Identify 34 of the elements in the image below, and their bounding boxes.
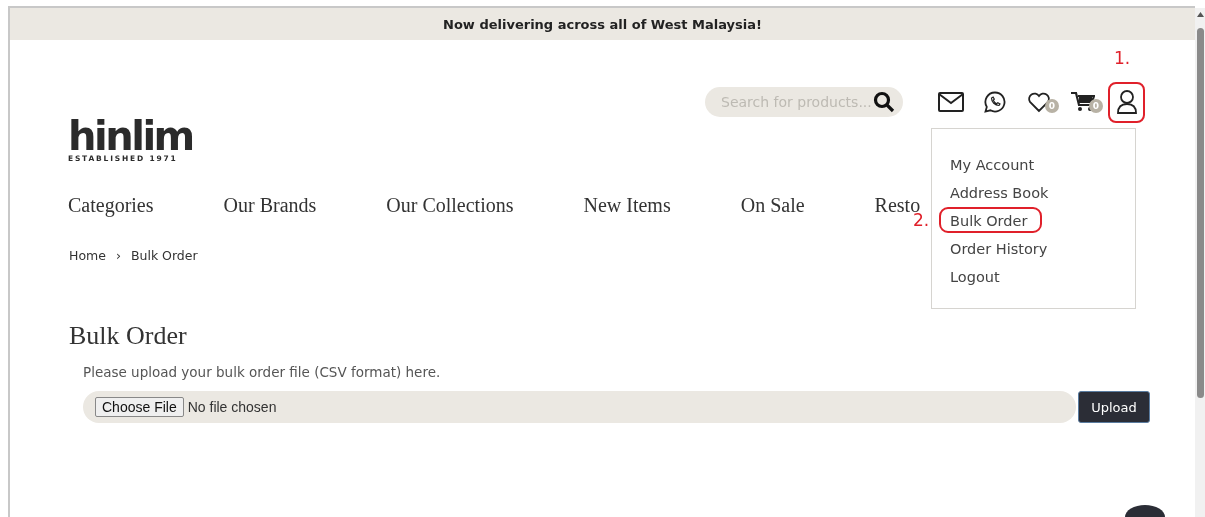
cart-icon[interactable] bbox=[1070, 91, 1095, 113]
user-icon[interactable] bbox=[1115, 89, 1138, 115]
nav-link[interactable]: New Items bbox=[583, 193, 671, 217]
annotation-number: 1. bbox=[1114, 47, 1131, 68]
nav-link[interactable]: Categories bbox=[68, 193, 154, 217]
menu-item[interactable]: Bulk Order bbox=[950, 210, 1028, 231]
chat-button[interactable] bbox=[1125, 505, 1165, 517]
chat-icon[interactable] bbox=[983, 91, 1006, 113]
count-badge: 0 bbox=[1045, 98, 1059, 113]
breadcrumb-link[interactable]: Home bbox=[69, 249, 106, 263]
nav-link[interactable]: On Sale bbox=[740, 193, 805, 217]
breadcrumb-separator: › bbox=[115, 249, 121, 263]
logo-wordmark[interactable]: hinlim bbox=[68, 118, 193, 154]
menu-item[interactable]: Address Book bbox=[950, 182, 1049, 203]
count-badge: 0 bbox=[1089, 98, 1103, 113]
scroll-up-icon[interactable] bbox=[1197, 12, 1204, 17]
nav-link[interactable]: Our Brands bbox=[223, 193, 317, 217]
menu-item[interactable]: Logout bbox=[950, 266, 1000, 287]
announcement-bar: Now delivering across all of West Malaysia! bbox=[10, 8, 1195, 40]
menu-item[interactable]: Order History bbox=[950, 238, 1048, 259]
mail-icon[interactable] bbox=[937, 92, 964, 112]
annotation-ring bbox=[1108, 81, 1145, 123]
file-field[interactable]: Choose File No file chosen bbox=[83, 391, 1076, 423]
instructions-text: Please upload your bulk order file (CSV format) here. bbox=[83, 363, 442, 381]
page-title: Bulk Order bbox=[69, 321, 188, 351]
search-icon[interactable] bbox=[873, 91, 895, 113]
scrollbar-thumb[interactable] bbox=[1197, 28, 1204, 398]
menu-item[interactable]: My Account bbox=[950, 154, 1035, 175]
file-status: No file chosen bbox=[187, 399, 277, 415]
upload-button[interactable]: Upload bbox=[1078, 391, 1150, 423]
breadcrumb-current: Bulk Order bbox=[130, 249, 198, 263]
heart-icon[interactable] bbox=[1026, 91, 1051, 113]
nav-link[interactable]: Our Collections bbox=[386, 193, 514, 217]
choose-file-button[interactable]: Choose File bbox=[95, 397, 184, 417]
